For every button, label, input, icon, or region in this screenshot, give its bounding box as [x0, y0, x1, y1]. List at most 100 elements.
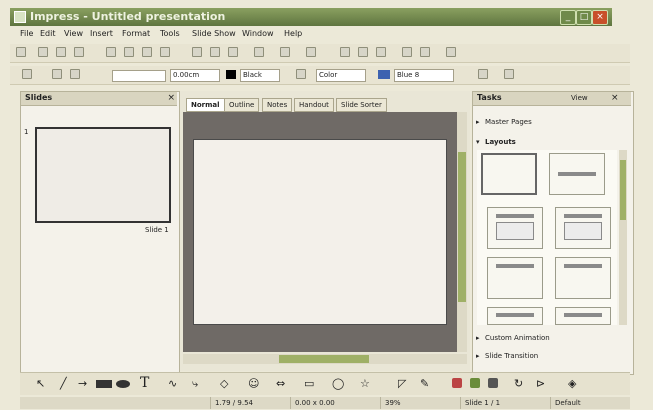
navigator-icon[interactable] [402, 47, 412, 57]
menu-window[interactable]: Window [242, 28, 274, 40]
rotate-icon[interactable]: ↻ [514, 377, 523, 390]
layouts-scroll-thumb[interactable] [620, 160, 626, 220]
status-position: 1.79 / 9.54 [210, 397, 253, 409]
status-size: 0.00 x 0.00 [290, 397, 335, 409]
chart-icon[interactable] [340, 47, 350, 57]
horizontal-scrollbar[interactable] [183, 354, 467, 364]
zoom-icon[interactable] [420, 47, 430, 57]
points-icon[interactable]: ◸ [398, 377, 406, 390]
arrow-icon[interactable]: → [78, 377, 87, 390]
section-slide-transition[interactable]: ▸ Slide Transition [473, 350, 641, 362]
menu-slide-show[interactable]: Slide Show [192, 28, 236, 40]
slide-page[interactable] [193, 139, 447, 325]
table-icon[interactable] [358, 47, 368, 57]
status-layout: Default [550, 397, 581, 409]
layout-title-row-a[interactable] [487, 307, 543, 325]
symbol-shapes-icon[interactable]: ☺ [248, 377, 259, 390]
redo-icon[interactable] [306, 47, 316, 57]
fontwork-icon[interactable] [452, 378, 462, 388]
edit-file-icon[interactable] [74, 47, 84, 57]
callouts-icon[interactable]: ◯ [332, 377, 344, 390]
layout-title-text[interactable] [487, 257, 543, 299]
transparency-icon[interactable] [504, 69, 514, 79]
cut-icon[interactable] [192, 47, 202, 57]
print-icon[interactable] [124, 47, 134, 57]
from-file-icon[interactable] [470, 378, 480, 388]
horizontal-scroll-thumb[interactable] [279, 355, 369, 363]
slide-thumbnail[interactable] [35, 127, 171, 223]
layout-title-only[interactable] [549, 153, 605, 195]
layouts-scrollbar[interactable] [619, 150, 627, 325]
maximize-button[interactable]: □ [576, 10, 592, 25]
line-style-select[interactable] [112, 70, 166, 82]
menu-help[interactable]: Help [284, 28, 302, 40]
spellcheck-icon[interactable] [142, 47, 152, 57]
minimize-button[interactable]: _ [560, 10, 576, 25]
tab-notes[interactable]: Notes [262, 98, 293, 112]
line-icon[interactable]: ╱ [60, 377, 67, 390]
section-custom-animation[interactable]: ▸ Custom Animation [473, 332, 641, 344]
shadow-icon[interactable] [478, 69, 488, 79]
impress-window: Impress - Untitled presentation _ □ × Fi… [0, 0, 653, 410]
vertical-scroll-thumb[interactable] [458, 152, 466, 302]
tab-normal[interactable]: Normal [186, 98, 225, 112]
status-zoom[interactable]: 39% [380, 397, 401, 409]
line-style-icon[interactable] [70, 69, 80, 79]
alignment-icon[interactable]: ⊳ [536, 377, 545, 390]
tab-handout[interactable]: Handout [294, 98, 334, 112]
layout-title-two-content[interactable] [555, 207, 611, 249]
close-icon[interactable]: × [167, 93, 175, 103]
gallery-icon[interactable] [488, 378, 498, 388]
open-icon[interactable] [38, 47, 48, 57]
tab-slide-sorter[interactable]: Slide Sorter [336, 98, 387, 112]
expand-icon: ▸ [476, 352, 480, 360]
menu-insert[interactable]: Insert [90, 28, 113, 40]
connector-icon[interactable]: ⤷ [192, 377, 198, 391]
curve-icon[interactable]: ∿ [168, 377, 177, 390]
section-layouts[interactable]: ▾ Layouts [473, 136, 641, 148]
vertical-scrollbar[interactable] [457, 112, 467, 352]
help-icon[interactable] [446, 47, 456, 57]
close-icon[interactable]: × [611, 93, 619, 103]
menu-format[interactable]: Format [122, 28, 150, 40]
layout-title-content[interactable] [487, 207, 543, 249]
star-icon[interactable]: ☆ [360, 377, 370, 390]
fill-style-select[interactable]: Color [316, 69, 366, 82]
ellipse-icon[interactable] [116, 380, 130, 388]
display-grid-icon[interactable] [376, 47, 386, 57]
layout-title-row-b[interactable] [555, 307, 611, 325]
layout-centered-text[interactable] [555, 257, 611, 299]
line-icon[interactable] [22, 69, 32, 79]
format-paintbrush-icon[interactable] [254, 47, 264, 57]
close-button[interactable]: × [592, 10, 608, 25]
extrusion-icon[interactable]: ◈ [568, 377, 576, 390]
save-icon[interactable] [56, 47, 66, 57]
area-icon[interactable] [296, 69, 306, 79]
block-arrows-icon[interactable]: ⇔ [276, 377, 285, 390]
paste-icon[interactable] [228, 47, 238, 57]
fill-color-swatch [378, 70, 390, 79]
section-master-pages[interactable]: ▸ Master Pages [473, 116, 641, 128]
tab-outline[interactable]: Outline [224, 98, 260, 112]
layout-blank[interactable] [481, 153, 537, 195]
view-menu[interactable]: View [571, 94, 588, 102]
flowchart-icon[interactable]: ▭ [304, 377, 314, 390]
glue-points-icon[interactable]: ✎ [420, 377, 429, 390]
rectangle-icon[interactable] [96, 380, 112, 388]
line-width-input[interactable]: 0.00cm [170, 69, 220, 82]
select-icon[interactable]: ↖ [36, 377, 45, 390]
arrow-style-icon[interactable] [52, 69, 62, 79]
text-icon[interactable]: T [140, 375, 149, 391]
fill-color-select[interactable]: Blue 8 [394, 69, 454, 82]
menu-tools[interactable]: Tools [160, 28, 180, 40]
export-pdf-icon[interactable] [106, 47, 116, 57]
autospell-icon[interactable] [160, 47, 170, 57]
menu-view[interactable]: View [64, 28, 83, 40]
menu-edit[interactable]: Edit [40, 28, 56, 40]
basic-shapes-icon[interactable]: ◇ [220, 377, 228, 390]
copy-icon[interactable] [210, 47, 220, 57]
menu-file[interactable]: File [20, 28, 33, 40]
undo-icon[interactable] [280, 47, 290, 57]
new-icon[interactable] [16, 47, 26, 57]
line-color-select[interactable]: Black [240, 69, 280, 82]
